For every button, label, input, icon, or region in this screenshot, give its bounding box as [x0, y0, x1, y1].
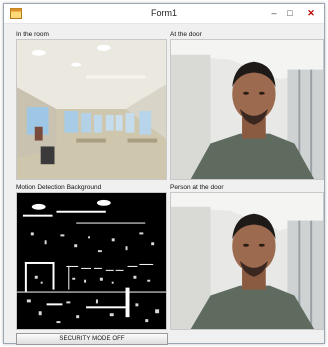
minimize-button[interactable]: – [267, 6, 281, 20]
maximize-button[interactable]: □ [283, 6, 297, 20]
motion-background-label: Motion Detection Background [16, 184, 102, 191]
close-button[interactable]: ✕ [301, 6, 321, 20]
door-camera-label: At the door [170, 31, 202, 38]
door-camera-view [170, 39, 324, 180]
main-window: Form1 – □ ✕ In the room At the door Moti… [3, 3, 325, 345]
motion-detection-view [16, 192, 167, 330]
security-mode-button[interactable]: SECURITY MODE OFF [16, 333, 168, 345]
title-bar[interactable]: Form1 – □ ✕ [4, 4, 324, 24]
person-at-door-view [170, 192, 324, 330]
person-door-label: Person at the door [170, 184, 224, 191]
room-camera-view [16, 39, 167, 180]
room-camera-label: In the room [16, 31, 49, 38]
